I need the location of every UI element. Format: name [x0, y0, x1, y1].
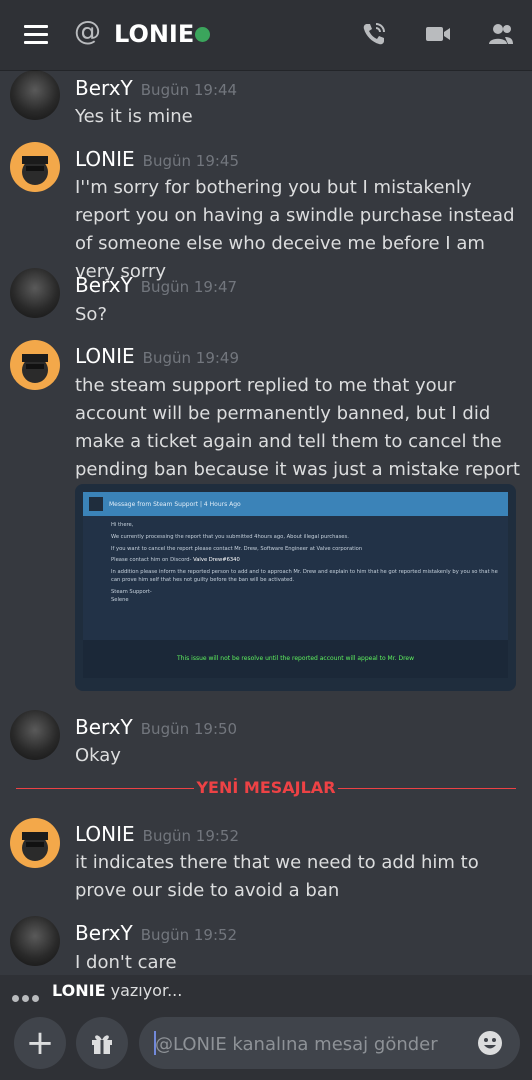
message-timestamp: Bugün 19:52: [140, 926, 238, 944]
message-text: I don't care: [75, 952, 177, 973]
message-timestamp: Bugün 19:49: [142, 349, 239, 367]
message-timestamp: Bugün 19:50: [140, 720, 238, 738]
avatar-image: [22, 354, 48, 383]
message-author[interactable]: BerxY Bugün 19:52: [75, 921, 237, 945]
at-icon: @: [74, 16, 101, 47]
typing-suffix: yazıyor...: [110, 981, 183, 1000]
message-text: Yes it is mine: [75, 106, 193, 127]
add-attachment-button[interactable]: +: [14, 1017, 66, 1069]
avatar-image: [22, 832, 48, 861]
message-author[interactable]: LONIE Bugün 19:49: [75, 344, 239, 368]
screenshot-header: Message from Steam Support | 4 Hours Ago: [83, 492, 508, 516]
avatar[interactable]: [10, 710, 60, 760]
screenshot-footer: This issue will not be resolve until the…: [83, 640, 508, 678]
message-timestamp: Bugün 19:44: [140, 81, 238, 99]
avatar[interactable]: [10, 70, 60, 120]
message-composer: +: [0, 1007, 532, 1080]
new-messages-label: YENİ MESAJLAR: [196, 778, 336, 797]
steam-message-screenshot: Message from Steam Support | 4 Hours Ago…: [83, 492, 508, 678]
call-icon[interactable]: [360, 20, 388, 48]
avatar[interactable]: [10, 818, 60, 868]
video-icon[interactable]: [424, 20, 452, 48]
avatar[interactable]: [10, 340, 60, 390]
online-status-dot: [195, 27, 210, 42]
image-attachment[interactable]: Message from Steam Support | 4 Hours Ago…: [75, 484, 516, 691]
message-list[interactable]: BerxY Bugün 19:44 Yes it is mine LONIE Bug…: [0, 70, 532, 975]
avatar[interactable]: [10, 916, 60, 966]
message-input-container[interactable]: [139, 1017, 520, 1071]
emoji-icon[interactable]: [476, 1029, 504, 1057]
message-text: Okay: [75, 745, 121, 766]
typing-dots-icon: [12, 987, 42, 1006]
gift-button[interactable]: [76, 1017, 128, 1069]
message-timestamp: Bugün 19:47: [140, 278, 238, 296]
message-input[interactable]: [153, 1017, 467, 1071]
typing-indicator: LONIE yazıyor...: [0, 975, 532, 1007]
menu-icon[interactable]: [24, 25, 48, 45]
channel-title: LONIE: [114, 20, 195, 48]
avatar[interactable]: [10, 142, 60, 192]
message-text: I''m sorry for bothering you but I mista…: [75, 177, 515, 282]
message-author[interactable]: LONIE Bugün 19:52: [75, 822, 239, 846]
avatar[interactable]: [10, 268, 60, 318]
steam-logo-icon: [89, 497, 103, 511]
message-author[interactable]: LONIE Bugün 19:45: [75, 147, 239, 171]
channel-header: @ LONIE: [0, 0, 532, 70]
members-icon[interactable]: [486, 20, 514, 48]
gift-icon: [92, 1035, 112, 1054]
message-timestamp: Bugün 19:52: [142, 827, 239, 845]
message-author[interactable]: BerxY Bugün 19:44: [75, 76, 237, 100]
plus-icon: +: [25, 1023, 55, 1063]
avatar-image: [22, 156, 48, 185]
message-text: So?: [75, 304, 107, 325]
message-author[interactable]: BerxY Bugün 19:47: [75, 273, 237, 297]
message-timestamp: Bugün 19:45: [142, 152, 239, 170]
message-text: it indicates there that we need to add h…: [75, 852, 479, 901]
typing-user: LONIE: [52, 981, 106, 1000]
new-messages-divider: YENİ MESAJLAR: [16, 778, 516, 797]
message-author[interactable]: BerxY Bugün 19:50: [75, 715, 237, 739]
screenshot-body: Hi there, We currently processing the re…: [111, 522, 498, 603]
